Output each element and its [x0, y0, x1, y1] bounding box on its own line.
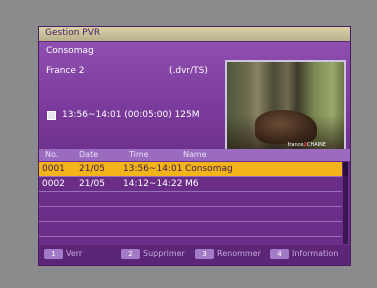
key-1-icon: 1 [44, 249, 63, 259]
recordings-list: 0001 21/05 13:56~14:01 Consomag 0002 21/… [39, 162, 342, 244]
row-name: M6 [185, 179, 199, 189]
row-date: 21/05 [79, 179, 105, 189]
video-preview: france2CHAINE [225, 60, 346, 160]
title-bar: Gestion PVR [39, 27, 350, 42]
pvr-manager-window: Gestion PVR Consomag France 2 (.dvr/TS) … [38, 26, 351, 266]
key-4-icon: 4 [270, 249, 289, 259]
row-no: 0002 [42, 179, 65, 189]
row-name: Consomag [185, 164, 233, 174]
empty-row [39, 222, 342, 237]
channel-name: France 2 [46, 66, 85, 76]
lock-label: Verr [66, 249, 83, 258]
key-2-icon: 2 [121, 249, 140, 259]
lock-checkbox[interactable] [47, 111, 56, 120]
window-title: Gestion PVR [45, 28, 101, 38]
table-header: No. Date Time Name [39, 149, 350, 161]
scrollbar-thumb[interactable] [343, 162, 348, 176]
table-row[interactable]: 0002 21/05 14:12~14:22 M6 [39, 177, 342, 192]
information-label: Information [292, 249, 339, 258]
row-time: 13:56~14:01 [123, 164, 183, 174]
preview-image [255, 110, 317, 144]
recording-time-info: 13:56~14:01 (00:05:00) 125M [62, 110, 200, 120]
column-header-date: Date [79, 150, 99, 159]
delete-label: Supprimer [143, 249, 185, 258]
empty-row [39, 192, 342, 207]
footer-key-bar: 1 Verr 2 Supprimer 3 Renommer 4 Informat… [39, 245, 350, 265]
column-header-time: Time [129, 150, 149, 159]
row-date: 21/05 [79, 164, 105, 174]
row-no: 0001 [42, 164, 65, 174]
file-format: (.dvr/TS) [169, 66, 208, 76]
list-scrollbar[interactable] [343, 162, 348, 244]
channel-logo: france2CHAINE [287, 142, 326, 148]
column-header-name: Name [183, 150, 207, 159]
key-3-icon: 3 [195, 249, 214, 259]
recording-info-panel: Consomag France 2 (.dvr/TS) 13:56~14:01 … [39, 42, 350, 166]
program-name: Consomag [46, 46, 94, 56]
rename-label: Renommer [217, 249, 261, 258]
table-row[interactable]: 0001 21/05 13:56~14:01 Consomag [39, 162, 342, 177]
row-time: 14:12~14:22 [123, 179, 183, 189]
column-header-no: No. [45, 150, 59, 159]
empty-row [39, 207, 342, 222]
